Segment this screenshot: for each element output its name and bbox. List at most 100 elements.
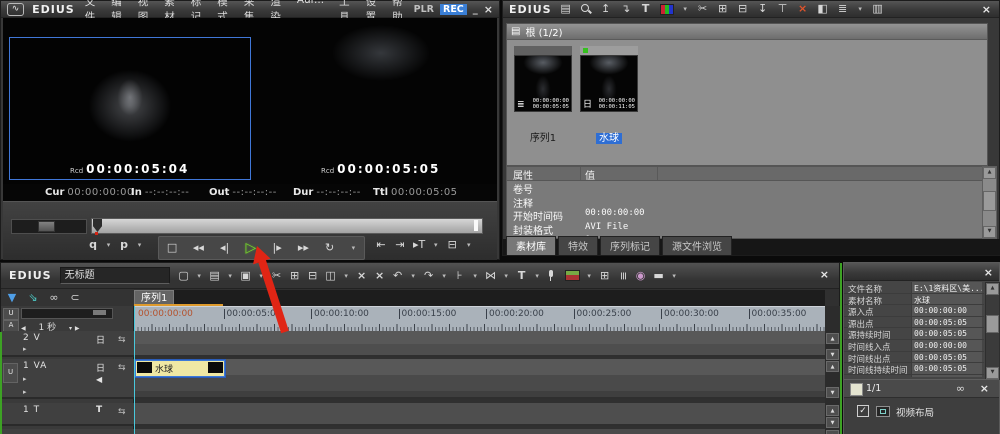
player-preview[interactable]: Rcd00:00:05:04 (9, 37, 251, 180)
title-menu-icon[interactable]: ▾ (534, 269, 541, 283)
insert-between-menu-icon[interactable]: ▾ (343, 269, 350, 283)
info-row[interactable]: 时间线出点00:00:05:05 (844, 352, 984, 364)
delete-icon[interactable]: × (797, 2, 809, 16)
color-wheel-icon[interactable]: ◉ (635, 269, 647, 283)
tab-source-browser[interactable]: 源文件浏览 (662, 236, 732, 255)
track-header-1t[interactable]: 1 T T ⇆ (1, 403, 134, 426)
track-scroll-up-icon[interactable]: ▲ (826, 405, 839, 416)
screen-layout-icon[interactable]: ▬ (653, 269, 665, 283)
new-sequence-menu-icon[interactable]: ▾ (196, 269, 203, 283)
expand-icon[interactable]: ▸ (23, 345, 27, 353)
insert-mode-icon[interactable]: ▼ (6, 291, 18, 305)
track-lane-1va[interactable] (134, 359, 825, 399)
plr-mode-button[interactable]: PLR (414, 4, 434, 15)
paste-icon[interactable]: ⊟ (737, 2, 749, 16)
tab-bin[interactable]: 素材库 (506, 236, 556, 255)
seek-position-marker[interactable] (93, 219, 102, 232)
voiceover-icon[interactable] (547, 270, 559, 282)
expand-icon[interactable]: ▸ (23, 388, 27, 396)
undo-icon[interactable]: ↶ (392, 269, 404, 283)
shuttle-handle[interactable] (38, 221, 55, 232)
add-cut-point-icon[interactable]: ⊦ (454, 269, 466, 283)
export-icon[interactable]: ⊟ (446, 238, 458, 252)
stop-icon[interactable]: □ (166, 241, 178, 255)
play-around-menu-icon[interactable]: ▾ (432, 238, 439, 252)
redo-icon[interactable]: ↷ (423, 269, 435, 283)
grid-view-icon[interactable]: ⊞ (599, 269, 611, 283)
info-row[interactable]: 源出点00:00:05:05 (844, 317, 984, 329)
goto-in-icon[interactable]: ⇤ (375, 238, 387, 252)
patch-icon[interactable]: ⇆ (118, 407, 126, 417)
colorbars-icon[interactable]: ▦ (660, 4, 674, 15)
seek-bar[interactable] (91, 218, 483, 234)
set-out-menu-icon[interactable]: ▾ (136, 238, 143, 252)
snap-mode-icon[interactable]: ⊂ (69, 291, 81, 305)
info-scrollbar[interactable]: ▲ ▼ (985, 282, 1000, 380)
clip-name-selected[interactable]: 水球 (580, 129, 638, 144)
rec-mode-button[interactable]: REC (440, 4, 467, 15)
bin-clip-sequence[interactable]: ≣ 00:00:00:0000:00:05:05 序列1 (514, 46, 572, 126)
effect-delete-icon[interactable]: × (980, 382, 989, 395)
glasses-icon[interactable]: ∞ (956, 382, 965, 395)
info-row[interactable]: 源入点00:00:00:00 (844, 305, 984, 317)
track-header-2v[interactable]: 2 V 日 ▸ ⇆ (1, 331, 134, 357)
set-out-point-icon[interactable]: p (118, 238, 130, 252)
timeline-clip-waterball[interactable]: 水球 (135, 360, 225, 377)
timeline-close-button[interactable]: × (820, 268, 829, 281)
minimize-button[interactable]: _ (473, 4, 478, 15)
scroll-thumb[interactable] (983, 191, 996, 211)
bin-clip-waterball[interactable]: 日 00:00:00:0000:00:11:05 水球 (580, 46, 638, 126)
ripple-delete-icon[interactable]: × (356, 269, 368, 283)
bin-folder-path[interactable]: ▤ 根 (1/2) (507, 24, 987, 40)
track-scroll-down-icon[interactable]: ▼ (826, 417, 839, 428)
copy-icon[interactable]: ⊞ (717, 2, 729, 16)
export-menu-icon[interactable]: ▾ (465, 238, 472, 252)
timeline-ruler[interactable]: 00:00:00:0000:00:05:0000:00:10:0000:00:1… (134, 306, 825, 331)
property-row[interactable]: 封装格式AVI File (507, 222, 987, 236)
insert-between-icon[interactable]: ◫ (325, 269, 337, 283)
colorbars-menu-icon[interactable]: ▾ (682, 2, 689, 16)
info-row-clipped[interactable]: 速度100.00% (844, 375, 984, 377)
add-cut-point-menu-icon[interactable]: ▾ (472, 269, 479, 283)
track-scroll-down-icon[interactable]: ▼ (826, 349, 839, 360)
transition-icon[interactable]: ⋈ (485, 269, 497, 283)
property-row[interactable]: 卷号 (507, 181, 987, 195)
close-button[interactable]: × (484, 3, 493, 16)
prev-frame-icon[interactable]: ◂| (219, 241, 231, 255)
ripple-mode-icon[interactable]: ⇘ (27, 291, 39, 305)
scroll-up-icon[interactable]: ▲ (983, 167, 996, 179)
info-row[interactable]: 时间线入点00:00:00:00 (844, 340, 984, 352)
import-icon[interactable]: ↴ (620, 2, 632, 16)
next-frame-icon[interactable]: |▸ (271, 241, 283, 255)
view-mode-menu-icon[interactable]: ▾ (857, 2, 864, 16)
play-icon[interactable]: ▷ (245, 241, 257, 255)
scroll-down-icon[interactable]: ▼ (986, 367, 999, 379)
info-row[interactable]: 源持续时间00:00:05:05 (844, 328, 984, 340)
property-row[interactable]: 开始时间码00:00:00:00 (507, 208, 987, 222)
title-icon[interactable]: T (516, 269, 528, 283)
undo-menu-icon[interactable]: ▾ (410, 269, 417, 283)
set-in-point-icon[interactable]: q (87, 238, 99, 252)
audio-mixer-icon[interactable]: ≡ (616, 270, 630, 282)
search-icon[interactable] (580, 3, 592, 15)
track-lane-2v[interactable] (134, 331, 825, 357)
patch-icon[interactable]: ⇆ (118, 335, 126, 345)
transition-menu-icon[interactable]: ▾ (503, 269, 510, 283)
timeline-playhead[interactable] (134, 306, 135, 434)
track-scroll-down-icon[interactable]: ▼ (826, 387, 839, 398)
track-select-u-button[interactable]: U (3, 363, 18, 383)
redo-menu-icon[interactable]: ▾ (441, 269, 448, 283)
clip-name[interactable]: 序列1 (514, 129, 572, 144)
track-lane-1t[interactable] (134, 403, 825, 426)
property-row[interactable]: 注释 (507, 195, 987, 209)
save-project-icon[interactable]: ▣ (240, 269, 252, 283)
scroll-up-icon[interactable]: ▲ (986, 283, 999, 295)
view-mode-icon[interactable]: ≣ (837, 2, 849, 16)
info-row[interactable]: 时间线持续时间00:00:05:05 (844, 363, 984, 375)
info-row[interactable]: 文件名称E:\1资料区\美... (844, 282, 984, 294)
cut-icon[interactable]: ✂ (271, 269, 283, 283)
track-header-1va[interactable]: U 1 VA 日 ▸ ◀ ▸ ⇆ (1, 359, 134, 399)
fast-forward-icon[interactable]: ▸▸ (297, 241, 309, 255)
info-row[interactable]: 素材名称水球 (844, 294, 984, 306)
delete-icon[interactable]: × (374, 269, 386, 283)
